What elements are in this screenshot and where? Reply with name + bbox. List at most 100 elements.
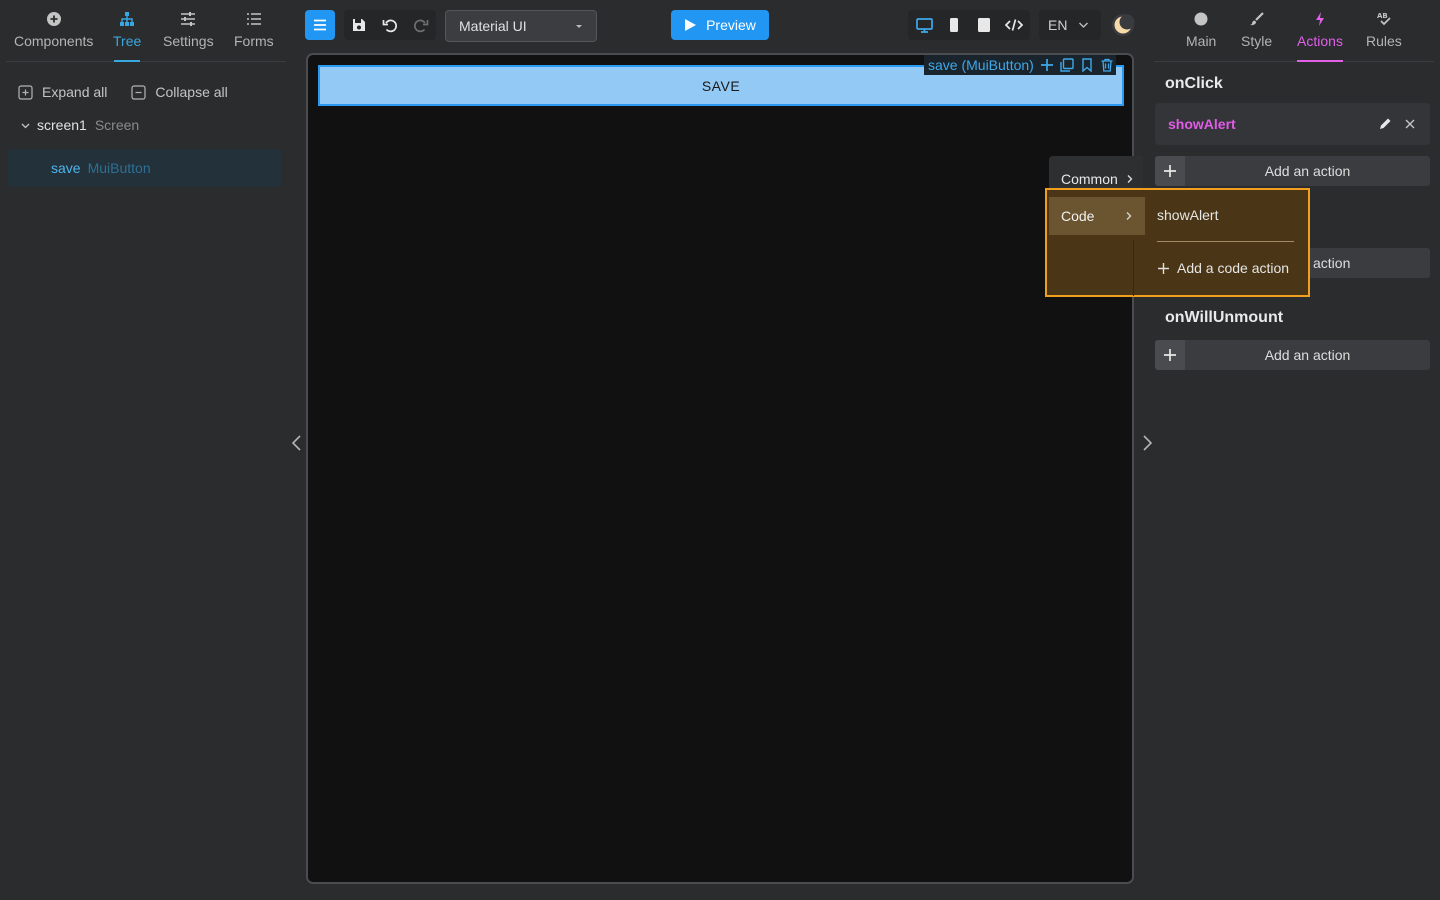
add-icon[interactable] (1040, 58, 1054, 72)
language-select[interactable]: EN (1039, 10, 1101, 40)
menu-item-code[interactable]: Code (1049, 197, 1145, 235)
redo-button[interactable] (405, 10, 435, 40)
add-code-action-label: Add a code action (1177, 260, 1290, 276)
tab-style[interactable]: Style (1241, 0, 1272, 62)
tab-main[interactable]: Main (1186, 0, 1216, 62)
plus-circle-icon (46, 12, 61, 26)
collapse-all-label: Collapse all (155, 84, 228, 100)
menu-item-code-label: Code (1061, 208, 1095, 224)
tab-tree[interactable]: Tree (113, 0, 141, 62)
add-action-button-obscured[interactable]: action (1310, 248, 1430, 278)
menu-item-common[interactable]: Common (1061, 171, 1134, 187)
collapse-square-icon (131, 84, 146, 100)
tab-settings-label: Settings (163, 33, 214, 49)
menu-item-showalert[interactable]: showAlert (1157, 207, 1218, 223)
tree-node-name: save (51, 160, 81, 176)
collapse-all-button[interactable]: Collapse all (131, 84, 228, 100)
expand-all-button[interactable]: Expand all (18, 84, 107, 100)
event-onclick-title: onClick (1165, 75, 1223, 92)
play-icon (685, 19, 697, 31)
collapse-right-panel-icon[interactable] (1138, 433, 1156, 453)
preview-label: Preview (706, 17, 756, 33)
tab-components[interactable]: Components (14, 0, 93, 62)
tab-main-label: Main (1186, 33, 1217, 49)
action-item-label: showAlert (1168, 116, 1236, 132)
save-file-button[interactable] (344, 10, 374, 40)
rules-icon: AB (1377, 12, 1391, 26)
collapse-left-panel-icon[interactable] (288, 433, 306, 453)
list-icon (246, 13, 261, 25)
tree-node-save[interactable]: save MuiButton (8, 149, 281, 187)
floppy-disk-icon (353, 19, 365, 31)
plus-icon (1155, 340, 1185, 370)
hamburger-menu-button[interactable] (305, 10, 335, 40)
tab-rules[interactable]: AB Rules (1366, 0, 1402, 62)
undo-button[interactable] (375, 10, 405, 40)
tree-node-type: MuiButton (87, 160, 151, 176)
left-panel: Components Tree Settings Forms Expand al… (0, 0, 290, 900)
chevron-right-icon (1127, 175, 1133, 183)
tree-node-screen1[interactable]: screen1 Screen (20, 117, 139, 133)
circle-icon (1194, 12, 1208, 26)
left-tabs: Components Tree Settings Forms (6, 0, 286, 62)
brush-icon (1249, 12, 1264, 26)
bookmark-icon[interactable] (1080, 58, 1094, 72)
code-icon (1005, 19, 1023, 31)
add-action-label: Add an action (1264, 163, 1351, 179)
moon-icon[interactable] (1111, 13, 1135, 37)
add-action-label: action (1313, 255, 1351, 271)
menu-icon (314, 19, 326, 31)
tab-rules-label: Rules (1366, 33, 1402, 49)
event-onwillunmount-title: onWillUnmount (1165, 309, 1284, 326)
tree-actions: Expand all Collapse all (18, 84, 252, 100)
tablet-view-button[interactable] (969, 10, 999, 40)
plus-icon (1158, 262, 1169, 274)
tree-node-name: screen1 (37, 117, 87, 133)
tab-actions[interactable]: Actions (1297, 0, 1343, 62)
tree-node-type: Screen (94, 117, 140, 133)
mobile-icon (950, 18, 958, 32)
svg-text:AB: AB (1377, 12, 1388, 20)
ui-library-value: Material UI (459, 18, 527, 34)
tab-components-label: Components (14, 33, 94, 49)
tree-icon (120, 12, 135, 26)
desktop-view-button[interactable] (909, 10, 939, 40)
tab-actions-label: Actions (1297, 33, 1343, 49)
action-item-showalert[interactable]: showAlert (1155, 103, 1430, 145)
add-action-button-onwillunmount[interactable]: Add an action (1155, 340, 1430, 370)
close-icon[interactable] (1403, 117, 1417, 131)
undo-icon (382, 19, 397, 32)
menu-separator (1157, 241, 1294, 242)
save-button-text: SAVE (701, 77, 741, 94)
component-label: save (MuiButton) (928, 57, 1034, 73)
plus-icon (1155, 156, 1185, 186)
component-toolbar: save (MuiButton) (924, 55, 1116, 75)
preview-button[interactable]: Preview (671, 10, 769, 40)
duplicate-icon[interactable] (1060, 58, 1074, 72)
caret-down-icon (576, 25, 582, 28)
lightning-icon (1316, 12, 1324, 26)
expand-all-label: Expand all (42, 84, 108, 100)
desktop-icon (915, 17, 933, 33)
edit-tool-group (344, 10, 436, 40)
code-view-button[interactable] (999, 10, 1029, 40)
right-tabs: Main Style Actions AB Rules (1154, 0, 1434, 62)
tab-forms[interactable]: Forms (234, 0, 274, 62)
tab-tree-label: Tree (113, 33, 142, 49)
add-action-button-onclick[interactable]: Add an action (1155, 156, 1430, 186)
tablet-icon (978, 18, 990, 32)
trash-icon[interactable] (1100, 58, 1114, 72)
add-code-action-button[interactable]: Add a code action (1157, 260, 1289, 276)
chevron-right-icon (1126, 212, 1132, 220)
design-canvas[interactable]: SAVE save (MuiButton) (306, 53, 1134, 884)
mobile-view-button[interactable] (939, 10, 969, 40)
edit-pencil-icon[interactable] (1378, 117, 1392, 131)
chevron-down-icon[interactable] (20, 120, 31, 131)
language-value: EN (1048, 17, 1068, 33)
ui-library-select[interactable]: Material UI (445, 10, 597, 42)
device-group (908, 10, 1030, 40)
tab-settings[interactable]: Settings (163, 0, 214, 62)
add-action-label: Add an action (1264, 347, 1351, 363)
menu-item-common-label: Common (1061, 171, 1118, 187)
menu-column-divider (1133, 240, 1134, 296)
